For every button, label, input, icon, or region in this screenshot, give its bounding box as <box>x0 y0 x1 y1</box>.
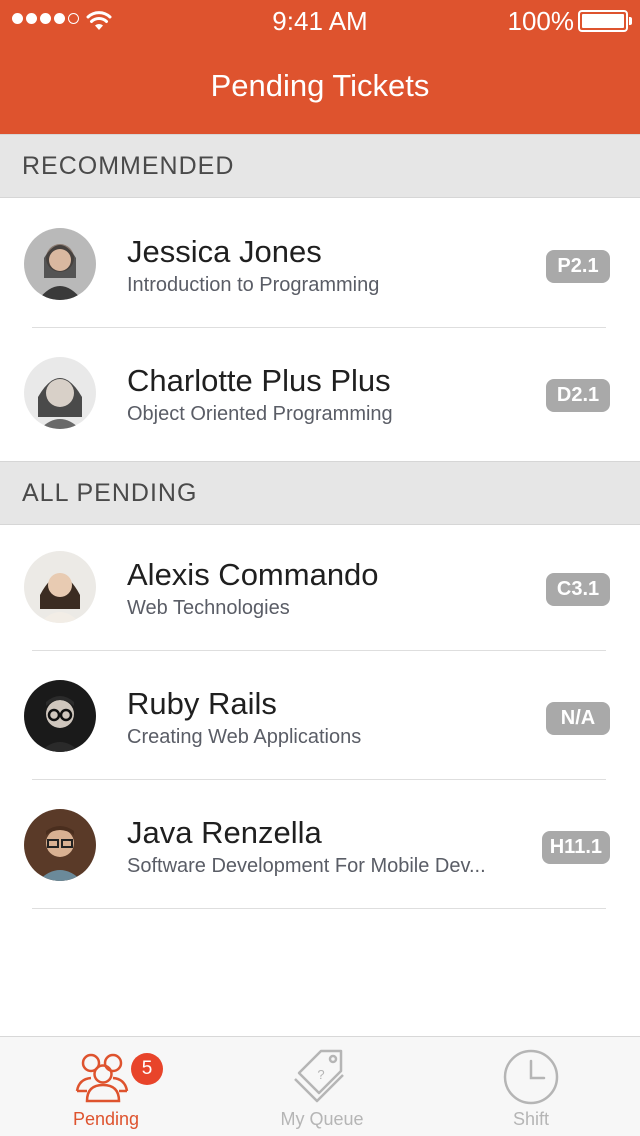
status-bar: 9:41 AM 100% <box>0 0 640 40</box>
ticket-code-badge: P2.1 <box>546 250 610 283</box>
ticket-student-name: Jessica Jones <box>127 234 322 269</box>
ticket-student-name: Java Renzella <box>127 815 322 850</box>
ticket-code-badge: D2.1 <box>546 379 610 412</box>
tab-my-queue[interactable]: ? My Queue <box>222 1037 422 1136</box>
ticket-student-name: Ruby Rails <box>127 686 277 721</box>
avatar <box>24 228 96 300</box>
tab-label: My Queue <box>280 1109 364 1129</box>
avatar <box>24 357 96 429</box>
ticket-row[interactable]: Java Renzella Software Development For M… <box>0 781 640 909</box>
row-divider <box>32 908 606 909</box>
avatar <box>24 551 96 623</box>
ticket-code-badge: C3.1 <box>546 573 610 606</box>
battery-percentage: 100% <box>507 6 575 36</box>
ticket-row[interactable]: Ruby Rails Creating Web Applications N/A <box>0 652 640 780</box>
ticket-course: Introduction to Programming <box>127 274 380 296</box>
section-header-recommended: RECOMMENDED <box>0 134 640 198</box>
row-divider <box>32 327 606 328</box>
notification-badge: 5 <box>131 1053 163 1085</box>
nav-header: 9:41 AM 100% Pending Tickets <box>0 0 640 134</box>
avatar <box>24 809 96 881</box>
ticket-course: Web Technologies <box>127 597 290 619</box>
ticket-row[interactable]: Charlotte Plus Plus Object Oriented Prog… <box>0 329 640 457</box>
ticket-student-name: Charlotte Plus Plus <box>127 363 391 398</box>
ticket-row[interactable]: Jessica Jones Introduction to Programmin… <box>0 200 640 328</box>
ticket-student-name: Alexis Commando <box>127 557 379 592</box>
page-title: Pending Tickets <box>210 68 430 103</box>
ticket-course: Creating Web Applications <box>127 726 362 748</box>
tab-label: Pending <box>72 1109 140 1129</box>
ticket-course: Object Oriented Programming <box>127 403 393 425</box>
tags-icon: ? <box>294 1049 344 1103</box>
ticket-code-badge: N/A <box>546 702 610 735</box>
avatar <box>24 680 96 752</box>
tab-bar: 5 Pending ? My Queue Shift <box>0 1036 640 1136</box>
svg-text:?: ? <box>317 1067 324 1082</box>
tab-pending[interactable]: 5 Pending <box>6 1037 206 1136</box>
ticket-course: Software Development For Mobile Dev... <box>127 855 486 877</box>
tab-label: Shift <box>512 1109 550 1129</box>
section-header-all-pending: ALL PENDING <box>0 461 640 525</box>
row-divider <box>32 650 606 651</box>
row-divider <box>32 779 606 780</box>
clock-icon <box>503 1049 559 1105</box>
battery-icon <box>578 10 632 32</box>
tab-shift[interactable]: Shift <box>431 1037 631 1136</box>
ticket-code-badge: H11.1 <box>541 831 610 864</box>
ticket-row[interactable]: Alexis Commando Web Technologies C3.1 <box>0 523 640 651</box>
